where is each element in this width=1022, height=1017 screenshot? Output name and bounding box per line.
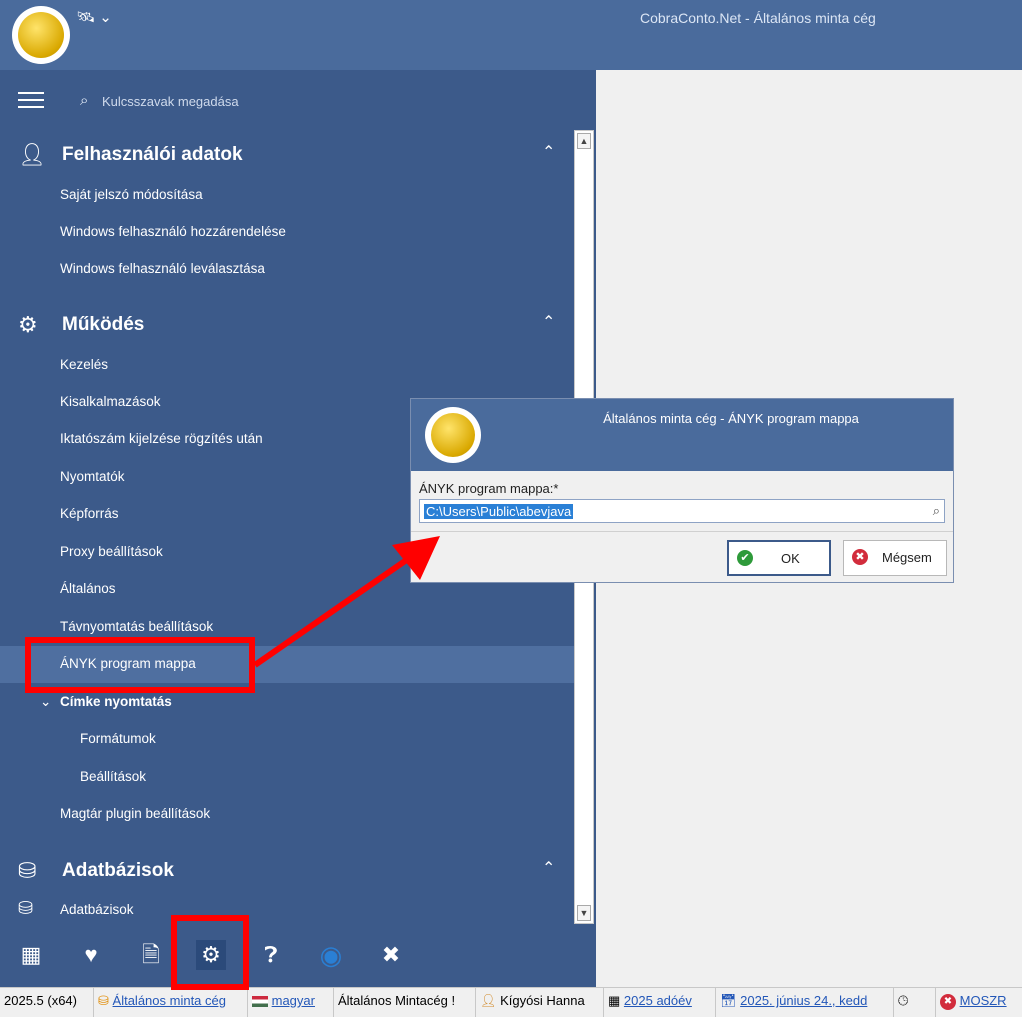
sidebar-item-label: Iktatószám kijelzése rögzítés után: [60, 431, 263, 446]
scroll-up-icon[interactable]: ▲: [577, 133, 591, 149]
scroll-down-icon[interactable]: ▼: [577, 905, 591, 921]
chevron-up-icon[interactable]: ⌃: [542, 312, 555, 332]
section-header-ops[interactable]: ⚙ Működés ⌃: [0, 304, 574, 344]
title-bar: 🛰︎ ⌄ CobraConto.Net - Általános minta cé…: [0, 0, 1022, 70]
error-icon: ✖: [940, 993, 956, 1010]
sidebar-item-label: Kisalkalmazások: [60, 394, 161, 409]
chevron-up-icon[interactable]: ⌃: [542, 142, 555, 162]
section-title: Működés: [62, 314, 145, 335]
sidebar-item-beallitasok[interactable]: Beállítások: [0, 759, 574, 796]
sidebar-item-label: Kezelés: [60, 357, 109, 372]
ok-label: OK: [781, 551, 800, 566]
status-date[interactable]: 📅︎ 2025. június 24., kedd: [716, 988, 894, 1017]
document-icon[interactable]: 🗎︎: [136, 940, 166, 970]
section-header-db[interactable]: ⛁ Adatbázisok ⌃: [0, 850, 574, 890]
ok-button[interactable]: ✔ OK: [727, 540, 831, 576]
sidebar-item-kezeles[interactable]: Kezelés: [0, 347, 574, 384]
sidebar-item-label: Képforrás: [60, 506, 119, 521]
status-moszr-link[interactable]: MOSZR: [960, 993, 1007, 1008]
status-user-label: Kígyósi Hanna: [500, 993, 585, 1008]
status-date-link[interactable]: 2025. június 24., kedd: [740, 993, 867, 1008]
section-title: Felhasználói adatok: [62, 144, 243, 165]
close-icon: ✖: [852, 549, 868, 565]
window-title: CobraConto.Net - Általános minta cég: [640, 10, 876, 26]
highlight-settings-button: [171, 915, 249, 990]
sidebar-item-label: Beállítások: [80, 769, 147, 784]
sidebar-item-label: Általános: [60, 581, 116, 596]
sidebar-item-windows-detach[interactable]: Windows felhasználó leválasztása: [0, 251, 574, 288]
bottom-toolbar: ▦ ♥ 🗎︎ ⚙ ❓︎ ◉ ✖: [0, 926, 596, 987]
status-language-link[interactable]: magyar: [272, 993, 315, 1008]
app-logo[interactable]: [12, 6, 70, 64]
sidebar-item-label: Saját jelszó módosítása: [60, 187, 203, 202]
status-moszr[interactable]: ✖ MOSZR: [936, 988, 1022, 1017]
status-user: 👤︎ Kígyósi Hanna: [476, 988, 604, 1017]
check-icon: ✔: [737, 550, 753, 566]
highlight-anyk-item: [25, 637, 255, 693]
sidebar-item-label: Windows felhasználó leválasztása: [60, 261, 265, 276]
database-icon: ⛁: [98, 993, 109, 1008]
status-version: 2025.5 (x64): [0, 988, 94, 1017]
search-bar: ⌕: [0, 70, 596, 130]
sidebar-item-magtar[interactable]: Magtár plugin beállítások: [0, 796, 574, 833]
tree-icon[interactable]: ▦: [16, 940, 46, 970]
sidebar-item-password[interactable]: Saját jelszó módosítása: [0, 177, 574, 214]
help-icon[interactable]: ❓︎: [256, 940, 286, 970]
folder-path-field[interactable]: C:\Users\Public\abevjava ⌕: [419, 499, 945, 523]
sidebar-item-label: Adatbázisok: [60, 902, 134, 917]
cancel-button[interactable]: ✖ Mégsem: [843, 540, 947, 576]
sidebar-item-adatbazisok[interactable]: ⛁ Adatbázisok: [0, 892, 574, 929]
hamburger-menu-icon[interactable]: [18, 92, 44, 108]
sidebar-item-label: Távnyomtatás beállítások: [60, 619, 214, 634]
dialog-logo: [425, 407, 481, 463]
clock-ruler-icon[interactable]: 🕒︎: [894, 988, 936, 1017]
sidebar-item-label: Nyomtatók: [60, 469, 125, 484]
sidebar-item-label: Magtár plugin beállítások: [60, 806, 211, 821]
user-key-icon: 👤︎: [480, 993, 497, 1008]
database-icon: ⛁: [18, 858, 37, 883]
section-header-user[interactable]: 👤︎ Felhasználói adatok ⌃: [0, 134, 574, 174]
dialog-header: Általános minta cég - ÁNYK program mappa: [411, 399, 953, 471]
sidebar-group-label: Címke nyomtatás: [60, 694, 172, 709]
chevron-down-icon: ⌄: [40, 694, 52, 709]
chevron-up-icon[interactable]: ⌃: [542, 858, 555, 878]
calendar-grid-icon: ▦: [608, 993, 621, 1008]
close-icon[interactable]: ✖: [376, 940, 406, 970]
search-input[interactable]: [102, 90, 402, 112]
teamviewer-icon[interactable]: ◉: [316, 940, 346, 970]
status-language[interactable]: magyar: [248, 988, 334, 1017]
status-tax-year[interactable]: ▦ 2025 adóév: [604, 988, 716, 1017]
satellite-icon[interactable]: 🛰︎ ⌄: [76, 8, 112, 26]
flag-hungary-icon: [252, 996, 268, 1008]
status-bar: 2025.5 (x64) ⛁ Általános minta cég magya…: [0, 987, 1022, 1017]
anyk-folder-dialog: Általános minta cég - ÁNYK program mappa…: [410, 398, 954, 583]
status-company-link[interactable]: Általános minta cég: [113, 993, 226, 1008]
sidebar-item-formatumok[interactable]: Formátumok: [0, 721, 574, 758]
folder-path-value[interactable]: C:\Users\Public\abevjava: [424, 504, 574, 519]
sidebar-item-label: Windows felhasználó hozzárendelése: [60, 224, 286, 239]
sidebar-item-label: Formátumok: [80, 731, 156, 746]
sidebar-item-label: Proxy beállítások: [60, 544, 163, 559]
field-label: ÁNYK program mappa:*: [419, 481, 559, 496]
user-key-icon: 👤︎: [18, 142, 46, 167]
database-gear-icon: ⛁: [18, 898, 34, 918]
gears-icon: ⚙: [18, 312, 38, 337]
dialog-title: Általános minta cég - ÁNYK program mappa: [603, 411, 859, 426]
status-company[interactable]: ⛁ Általános minta cég: [94, 988, 248, 1017]
search-icon[interactable]: ⌕: [933, 503, 940, 519]
section-title: Adatbázisok: [62, 860, 174, 881]
calendar-icon: 📅︎: [720, 993, 737, 1008]
heart-icon[interactable]: ♥: [76, 940, 106, 970]
status-company-short: Általános Mintacég !: [334, 988, 476, 1017]
sidebar-item-windows-assign[interactable]: Windows felhasználó hozzárendelése: [0, 214, 574, 251]
divider: [411, 531, 953, 532]
cancel-label: Mégsem: [882, 550, 932, 565]
search-icon: ⌕: [80, 92, 89, 109]
status-tax-year-link[interactable]: 2025 adóév: [624, 993, 692, 1008]
